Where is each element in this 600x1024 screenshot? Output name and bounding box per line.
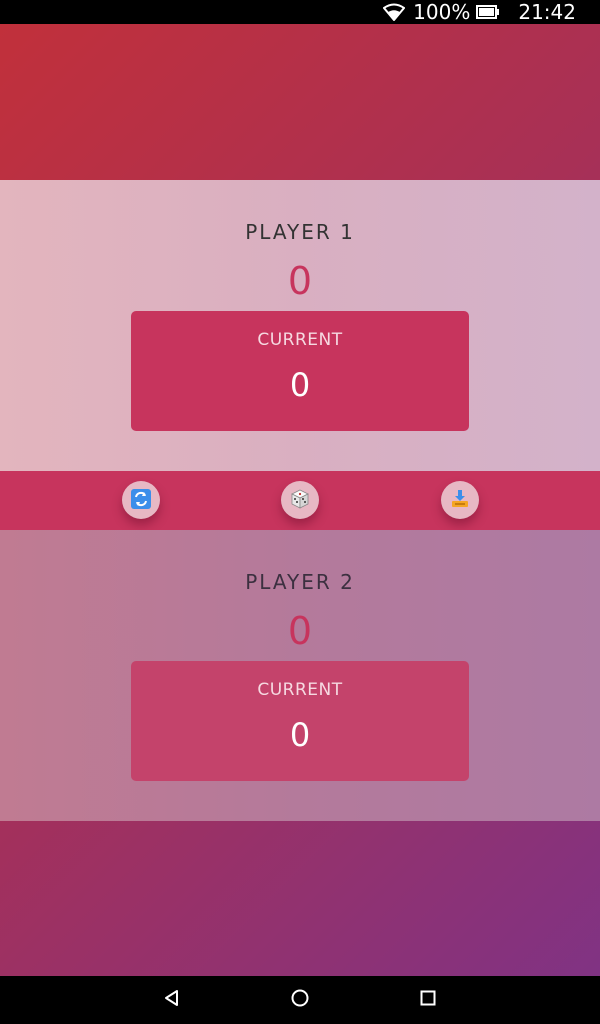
- recent-apps-icon: [418, 988, 438, 1012]
- player-2-current-label: CURRENT: [257, 680, 343, 700]
- clock: 21:42: [518, 0, 576, 24]
- player-2-score: 0: [287, 609, 313, 653]
- back-button[interactable]: [160, 988, 184, 1012]
- navigation-bar: [0, 976, 600, 1024]
- player-2-current-value: 0: [289, 716, 311, 754]
- control-bar: [0, 471, 600, 530]
- battery-icon: [476, 5, 500, 19]
- player-1-panel: PLAYER 1 0 CURRENT 0: [0, 180, 600, 471]
- hold-icon: [450, 489, 470, 512]
- player-1-name: PLAYER 1: [245, 220, 355, 244]
- roll-dice-button[interactable]: [281, 481, 319, 519]
- new-game-button[interactable]: [122, 481, 160, 519]
- home-button[interactable]: [288, 988, 312, 1012]
- status-bar: 100% 21:42: [0, 0, 600, 24]
- home-icon: [290, 988, 310, 1012]
- wifi-icon: [383, 3, 406, 21]
- player-2-current-box: CURRENT 0: [131, 661, 469, 781]
- battery-percent: 100%: [413, 0, 471, 24]
- player-2-panel: PLAYER 2 0 CURRENT 0: [0, 530, 600, 821]
- player-1-current-value: 0: [289, 366, 311, 404]
- back-icon: [162, 988, 182, 1012]
- recent-apps-button[interactable]: [416, 988, 440, 1012]
- roll-dice-icon: [290, 489, 310, 512]
- new-game-icon: [131, 488, 151, 512]
- player-1-current-box: CURRENT 0: [131, 311, 469, 431]
- player-1-score: 0: [287, 259, 313, 303]
- player-2-name: PLAYER 2: [245, 570, 355, 594]
- hold-button[interactable]: [441, 481, 479, 519]
- player-1-current-label: CURRENT: [257, 330, 343, 350]
